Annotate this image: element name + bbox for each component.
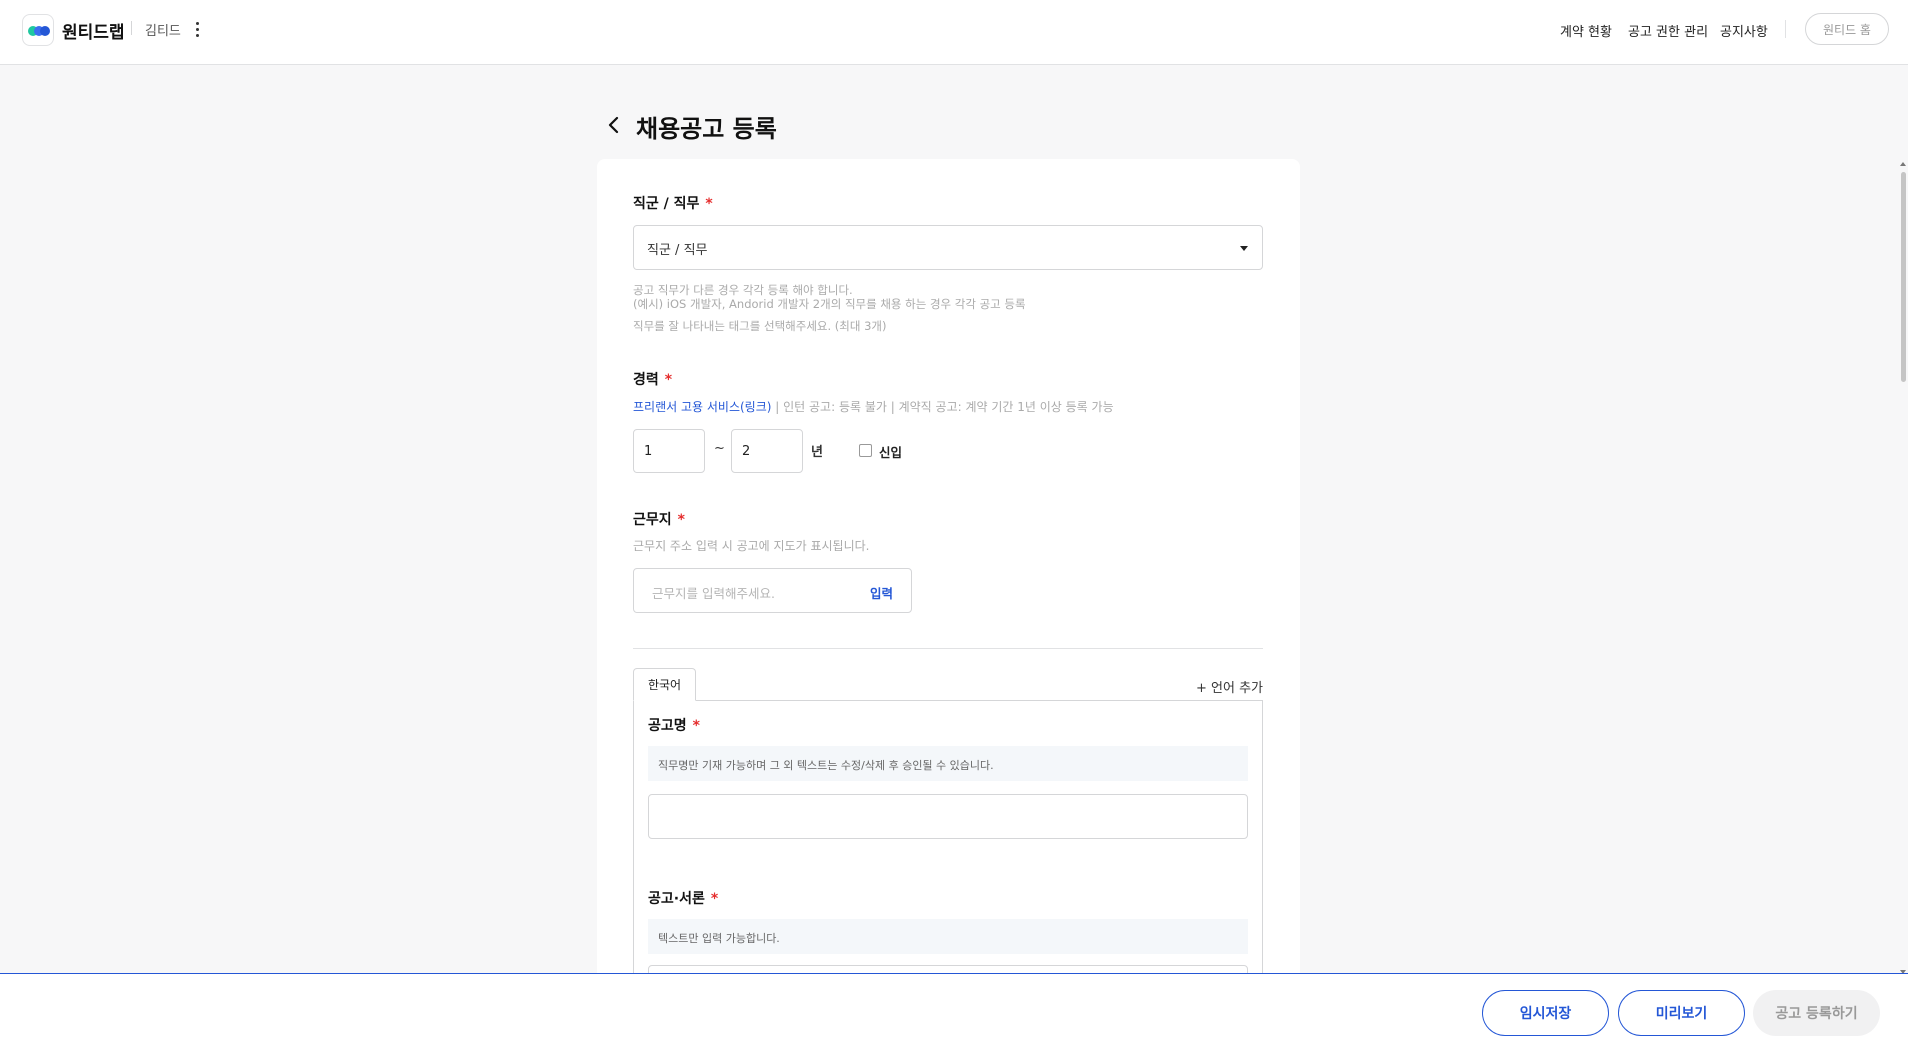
career-max-input[interactable] (731, 429, 803, 473)
wanted-home-button[interactable]: 원티드 홈 (1805, 13, 1889, 45)
top-header: 원티드랩 김티드 계약 현황 공고 권한 관리 공지사항 원티드 홈 (0, 0, 1908, 65)
company-name: 김티드 (145, 24, 181, 39)
newcomer-checkbox[interactable] (859, 444, 872, 457)
career-note-text: | 인턴 공고: 등록 불가 | 계약직 공고: 계약 기간 1년 이상 등록 … (771, 400, 1114, 414)
back-arrow-icon[interactable] (603, 114, 625, 136)
career-range-separator: ~ (714, 441, 725, 456)
career-min-input[interactable] (633, 429, 705, 473)
location-label: 근무지 * (633, 512, 685, 528)
posting-title-input[interactable] (648, 794, 1248, 839)
career-note: 프리랜서 고용 서비스(링크) | 인턴 공고: 등록 불가 | 계약직 공고:… (633, 400, 1114, 415)
posting-title-label: 공고명 * (648, 718, 700, 734)
job-help-line-1: 공고 직무가 다른 경우 각각 등록 해야 합니다. (633, 283, 853, 297)
logo-dot-navy-icon (40, 26, 50, 36)
more-menu-icon[interactable] (190, 18, 204, 40)
location-input[interactable]: 근무지를 입력해주세요. 입력 (633, 568, 912, 613)
action-footer: 임시저장 미리보기 공고 등록하기 (0, 973, 1908, 1047)
nav-divider (1785, 20, 1786, 38)
nav-notices[interactable]: 공지사항 (1720, 21, 1768, 40)
career-unit: 년 (811, 445, 823, 460)
section-divider (633, 648, 1263, 649)
job-help-line-3: 직무를 잘 나타내는 태그를 선택해주세요. (최대 3개) (633, 319, 887, 333)
nav-contract-status[interactable]: 계약 현황 (1560, 21, 1612, 40)
brand-divider (131, 21, 132, 35)
save-draft-button[interactable]: 임시저장 (1482, 990, 1609, 1036)
add-language-button[interactable]: + 언어 추가 (1196, 677, 1263, 696)
location-help: 근무지 주소 입력 시 공고에 지도가 표시됩니다. (633, 539, 870, 553)
job-label: 직군 / 직무 * (633, 196, 713, 212)
freelance-link[interactable]: 프리랜서 고용 서비스(링크) (633, 400, 771, 414)
location-enter-button[interactable]: 입력 (870, 583, 893, 602)
submit-posting-button[interactable]: 공고 등록하기 (1753, 990, 1880, 1036)
job-help-line-2: (예시) iOS 개발자, Andorid 개발자 2개의 직무를 채용 하는 … (633, 297, 1026, 311)
page-scrollbar[interactable] (1899, 162, 1908, 974)
brand-logo[interactable] (22, 14, 54, 46)
posting-title-notice: 직무명만 기재 가능하며 그 외 텍스트는 수정/삭제 후 승인될 수 있습니다… (648, 746, 1248, 781)
brand-name: 원티드랩 (62, 23, 125, 43)
job-select[interactable]: 직군 / 직무 (633, 225, 1263, 270)
scroll-thumb[interactable] (1901, 172, 1906, 382)
nav-posting-permissions[interactable]: 공고 권한 관리 (1628, 21, 1708, 40)
intro-label: 공고·서론 * (648, 891, 719, 907)
chevron-down-icon (1240, 246, 1248, 251)
job-select-value: 직군 / 직무 (647, 243, 708, 258)
newcomer-label[interactable]: 신입 (879, 442, 902, 461)
location-placeholder: 근무지를 입력해주세요. (652, 586, 775, 601)
career-label: 경력 * (633, 372, 673, 388)
scroll-up-icon[interactable] (1900, 162, 1906, 166)
preview-button[interactable]: 미리보기 (1618, 990, 1745, 1036)
page-title: 채용공고 등록 (636, 115, 777, 143)
tab-korean[interactable]: 한국어 (633, 668, 696, 701)
intro-notice: 텍스트만 입력 가능합니다. (648, 919, 1248, 954)
